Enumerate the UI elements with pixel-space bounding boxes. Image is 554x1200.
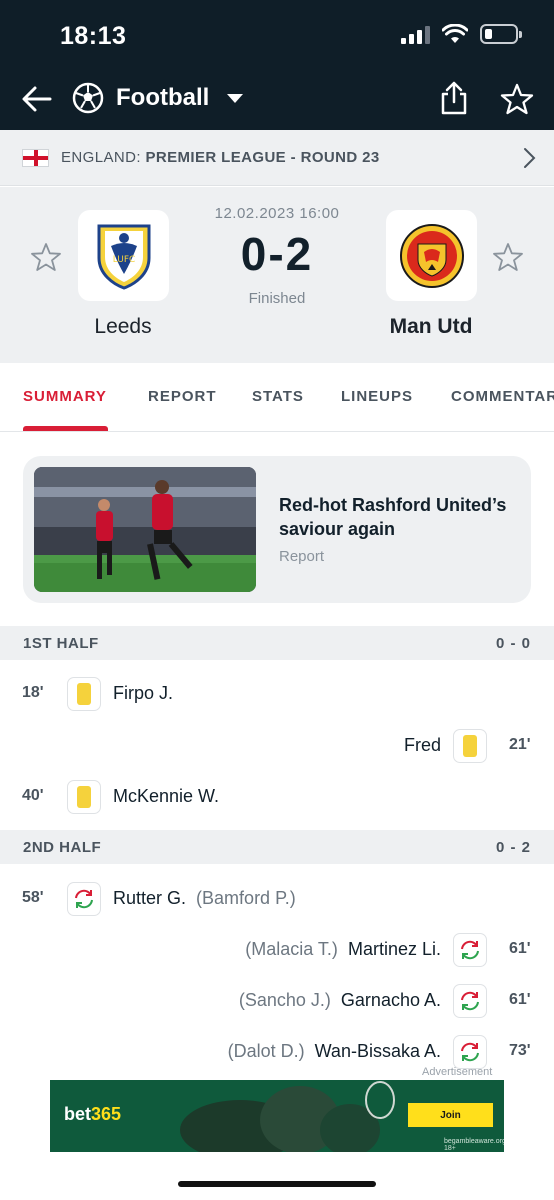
players-celebrating-image [34, 467, 256, 592]
second-half-title: 2ND HALF [23, 838, 102, 856]
nav-bar: Football [0, 78, 554, 122]
battery-icon [480, 24, 522, 44]
league-bar[interactable]: ENGLAND: PREMIER LEAGUE - ROUND 23 [0, 130, 554, 186]
tab-summary[interactable]: SUMMARY [23, 388, 107, 405]
advertisement-banner[interactable]: bet365 Join begambleaware.org 18+ [50, 1080, 504, 1152]
second-half-score: 0 - 2 [495, 838, 531, 856]
status-icons [401, 24, 522, 44]
event-row[interactable]: 40' McKennie W. [0, 777, 554, 817]
event-minute: 61' [509, 940, 531, 957]
event-minute: 58' [22, 889, 44, 906]
away-team-logo[interactable] [386, 210, 477, 301]
league-competition: PREMIER LEAGUE - ROUND 23 [145, 149, 380, 166]
substitution-icon [67, 882, 101, 916]
second-half-header: 2ND HALF 0 - 2 [0, 830, 554, 864]
wifi-icon [442, 24, 468, 43]
yellow-card-icon [67, 677, 101, 711]
england-flag-icon [22, 148, 49, 167]
event-row[interactable]: Fred 21' [0, 726, 554, 766]
event-minute: 40' [22, 787, 44, 804]
away-team-name[interactable]: Man Utd [351, 315, 511, 339]
event-player[interactable]: Martinez Li. [348, 939, 441, 959]
event-player[interactable]: McKennie W. [113, 786, 219, 807]
status-time: 18:13 [60, 22, 127, 50]
man-utd-crest-icon [399, 223, 464, 288]
home-indicator[interactable] [178, 1181, 376, 1187]
ad-join-button[interactable]: Join [408, 1103, 493, 1127]
ad-brand-a: bet [64, 1104, 91, 1124]
event-player-line: (Dalot D.) Wan-Bissaka A. [228, 1041, 441, 1062]
sport-selector[interactable]: Football [72, 82, 244, 114]
report-thumbnail [34, 467, 256, 592]
back-arrow-icon[interactable] [20, 82, 54, 116]
event-player[interactable]: Firpo J. [113, 683, 173, 704]
event-minute: 21' [509, 736, 531, 753]
event-row[interactable]: (Malacia T.) Martinez Li. 61' [0, 930, 554, 970]
event-sub-player[interactable]: (Bamford P.) [196, 888, 296, 908]
first-half-header: 1ST HALF 0 - 0 [0, 626, 554, 660]
match-header: LUFC Leeds 12.02.2023 16:00 0-2 Finished… [0, 187, 554, 363]
home-team-name[interactable]: Leeds [43, 315, 203, 339]
event-player-line: (Malacia T.) Martinez Li. [245, 939, 441, 960]
event-player[interactable]: Fred [404, 735, 441, 756]
event-minute: 73' [509, 1042, 531, 1059]
match-tabs: SUMMARY REPORT STATS LINEUPS COMMENTARY [0, 363, 554, 432]
event-sub-player[interactable]: (Malacia T.) [245, 939, 338, 959]
ad-brand: bet365 [64, 1104, 121, 1125]
ad-brand-b: 365 [91, 1104, 122, 1124]
report-card[interactable]: Red-hot Rashford United’s saviour again … [23, 456, 531, 603]
event-player[interactable]: Rutter G. [113, 888, 186, 908]
substitution-icon [453, 1035, 487, 1069]
football-icon [72, 82, 104, 114]
chevron-right-icon [524, 148, 536, 168]
first-half-title: 1ST HALF [23, 634, 99, 652]
event-sub-player[interactable]: (Dalot D.) [228, 1041, 305, 1061]
active-tab-indicator [23, 426, 108, 431]
event-player-line: Rutter G. (Bamford P.) [113, 888, 296, 909]
app-header: 18:13 Football [0, 0, 554, 130]
event-minute: 18' [22, 684, 44, 701]
event-player[interactable]: Garnacho A. [341, 990, 441, 1010]
first-half-score: 0 - 0 [495, 634, 531, 652]
event-sub-player[interactable]: (Sancho J.) [239, 990, 331, 1010]
cellular-signal-icon [401, 24, 430, 44]
sport-title: Football [116, 84, 210, 111]
substitution-icon [453, 933, 487, 967]
away-favorite-star-icon[interactable] [492, 241, 524, 273]
report-title[interactable]: Red-hot Rashford United’s saviour again [279, 493, 509, 541]
event-row[interactable]: (Sancho J.) Garnacho A. 61' [0, 981, 554, 1021]
tab-commentary[interactable]: COMMENTARY [451, 388, 554, 405]
event-player[interactable]: Wan-Bissaka A. [315, 1041, 441, 1061]
tab-lineups[interactable]: LINEUPS [341, 388, 413, 405]
league-label: ENGLAND: PREMIER LEAGUE - ROUND 23 [61, 149, 380, 166]
favorite-star-icon[interactable] [500, 82, 534, 116]
share-icon[interactable] [438, 80, 470, 116]
tab-stats[interactable]: STATS [252, 388, 304, 405]
yellow-card-icon [67, 780, 101, 814]
ad-label: Advertisement [422, 1066, 493, 1078]
substitution-icon [453, 984, 487, 1018]
report-tag: Report [279, 548, 325, 565]
event-player-line: (Sancho J.) Garnacho A. [239, 990, 441, 1011]
ad-disclaimer: begambleaware.org 18+ [444, 1138, 504, 1152]
league-country: ENGLAND: [61, 149, 141, 166]
event-row[interactable]: 18' Firpo J. [0, 674, 554, 714]
yellow-card-icon [453, 729, 487, 763]
tab-report[interactable]: REPORT [148, 388, 217, 405]
event-minute: 61' [509, 991, 531, 1008]
caret-down-icon [227, 93, 244, 103]
event-row[interactable]: 58' Rutter G. (Bamford P.) [0, 879, 554, 919]
